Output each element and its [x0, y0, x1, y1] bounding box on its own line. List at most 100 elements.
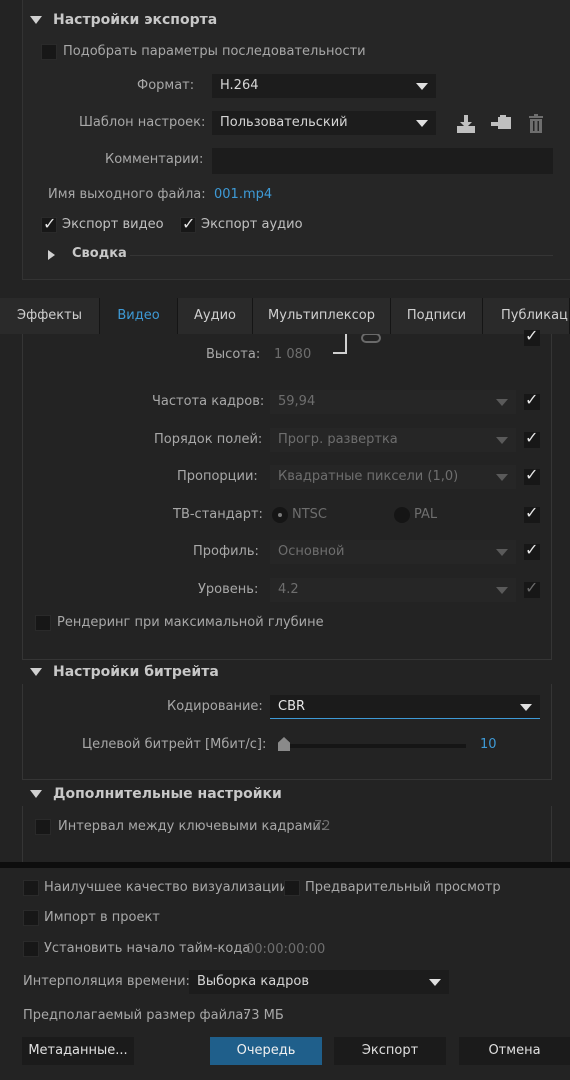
match-sequence-label: Подобрать параметры последовательности — [63, 44, 366, 59]
height-checkbox[interactable] — [524, 326, 540, 346]
queue-button[interactable]: Очередь — [210, 1037, 322, 1065]
comments-field[interactable] — [212, 148, 553, 174]
chevron-down-icon — [496, 399, 508, 406]
field-order-label: Порядок полей: — [154, 432, 263, 447]
interp-label: Интерполяция времени: — [23, 974, 190, 989]
level-label: Уровень: — [198, 582, 259, 597]
encoding-value: CBR — [278, 699, 306, 714]
preset-dropdown[interactable]: Пользовательский — [212, 111, 436, 135]
collapse-triangle-icon[interactable] — [30, 790, 42, 798]
export-button[interactable]: Экспорт — [334, 1037, 446, 1065]
tab-audio[interactable]: Аудио — [178, 298, 253, 334]
file-size-value: 73 МБ — [243, 1008, 284, 1023]
collapse-triangle-icon[interactable] — [30, 668, 42, 676]
field-order-value: Прогр. развертка — [278, 432, 398, 447]
field-order-checkbox[interactable] — [524, 428, 540, 448]
pal-radio[interactable] — [394, 507, 410, 523]
encoding-label: Кодирование: — [167, 699, 263, 714]
aspect-value: Квадратные пиксели (1,0) — [278, 469, 459, 484]
link-icon[interactable] — [360, 334, 382, 344]
chevron-down-icon — [496, 587, 508, 594]
level-value: 4.2 — [278, 582, 299, 597]
height-value[interactable]: 1 080 — [274, 347, 311, 362]
chevron-down-icon — [496, 549, 508, 556]
export-audio-label: Экспорт аудио — [201, 217, 303, 232]
frame-rate-value: 59,94 — [278, 394, 316, 409]
file-size-label: Предполагаемый размер файла: — [23, 1008, 248, 1023]
expand-triangle-icon[interactable] — [48, 250, 55, 260]
best-quality-checkbox[interactable] — [23, 880, 39, 896]
format-dropdown[interactable]: H.264 — [212, 74, 436, 98]
best-quality-label: Наилучшее качество визуализации — [44, 880, 288, 895]
profile-dropdown[interactable]: Основной — [270, 540, 516, 564]
target-bitrate-label: Целевой битрейт [Мбит/с]: — [82, 737, 267, 752]
encoding-dropdown[interactable]: CBR — [270, 695, 540, 719]
chevron-down-icon — [496, 437, 508, 444]
cancel-button[interactable]: Отмена — [459, 1037, 570, 1065]
import-checkbox[interactable] — [23, 910, 39, 926]
profile-value: Основной — [278, 544, 345, 559]
collapse-triangle-icon[interactable] — [30, 16, 42, 24]
preview-checkbox[interactable] — [284, 880, 300, 896]
timecode-label: Установить начало тайм-кода — [44, 941, 251, 956]
match-sequence-checkbox[interactable] — [41, 44, 57, 60]
import-label: Импорт в проект — [44, 910, 160, 925]
export-audio-checkbox[interactable] — [180, 214, 196, 233]
keyframe-checkbox[interactable] — [35, 819, 51, 835]
link-bracket — [333, 334, 347, 354]
max-depth-checkbox[interactable] — [35, 615, 51, 631]
advanced-panel — [22, 806, 552, 866]
profile-checkbox[interactable] — [524, 540, 540, 560]
summary-heading[interactable]: Сводка — [72, 246, 127, 261]
export-video-label: Экспорт видео — [62, 217, 164, 232]
interp-value: Выборка кадров — [197, 974, 310, 989]
format-label: Формат: — [137, 78, 195, 93]
tv-standard-label: ТВ-стандарт: — [173, 507, 263, 522]
chevron-down-icon — [416, 120, 428, 127]
aspect-dropdown[interactable]: Квадратные пиксели (1,0) — [270, 465, 516, 489]
chevron-down-icon — [416, 83, 428, 90]
tab-multiplexer[interactable]: Мультиплексор — [253, 298, 391, 334]
import-preset-icon[interactable] — [490, 114, 512, 134]
ntsc-radio[interactable] — [272, 507, 288, 523]
keyframe-value[interactable]: 72 — [314, 819, 331, 834]
aspect-checkbox[interactable] — [524, 465, 540, 485]
timecode-checkbox[interactable] — [23, 941, 39, 957]
preview-label: Предварительный просмотр — [305, 880, 501, 895]
frame-rate-checkbox[interactable] — [524, 390, 540, 410]
frame-rate-dropdown[interactable]: 59,94 — [270, 390, 516, 414]
export-video-checkbox[interactable] — [41, 214, 57, 233]
tab-captions[interactable]: Подписи — [391, 298, 483, 334]
metadata-button[interactable]: Метаданные... — [22, 1037, 134, 1065]
save-preset-icon[interactable] — [455, 114, 477, 134]
timecode-value[interactable]: 00:00:00:00 — [246, 942, 325, 957]
ntsc-label: NTSC — [292, 507, 327, 522]
field-order-dropdown[interactable]: Прогр. развертка — [270, 428, 516, 452]
level-checkbox[interactable] — [524, 578, 540, 598]
profile-label: Профиль: — [193, 544, 259, 559]
output-name-link[interactable]: 001.mp4 — [214, 187, 272, 202]
tab-video[interactable]: Видео — [100, 298, 178, 334]
bitrate-title: Настройки битрейта — [53, 664, 219, 680]
tab-effects[interactable]: Эффекты — [0, 298, 100, 334]
bottom-divider — [0, 862, 570, 868]
comments-label: Комментарии: — [105, 152, 204, 167]
chevron-down-icon — [496, 474, 508, 481]
max-depth-label: Рендеринг при максимальной глубине — [57, 615, 324, 630]
interp-dropdown[interactable]: Выборка кадров — [189, 970, 449, 994]
format-value: H.264 — [220, 78, 259, 93]
aspect-label: Пропорции: — [177, 469, 258, 484]
chevron-down-icon — [520, 704, 532, 711]
height-label: Высота: — [206, 347, 261, 362]
advanced-title: Дополнительные настройки — [53, 786, 282, 802]
target-bitrate-slider[interactable] — [278, 737, 466, 751]
delete-preset-icon[interactable] — [525, 114, 547, 134]
output-name-label: Имя выходного файла: — [48, 187, 206, 202]
export-settings-title: Настройки экспорта — [53, 12, 218, 28]
frame-rate-label: Частота кадров: — [152, 394, 265, 409]
keyframe-label: Интервал между ключевыми кадрами: — [58, 819, 326, 834]
level-dropdown[interactable]: 4.2 — [270, 578, 516, 602]
tv-standard-checkbox[interactable] — [524, 503, 540, 523]
pal-label: PAL — [414, 507, 438, 522]
target-bitrate-value[interactable]: 10 — [480, 737, 497, 752]
